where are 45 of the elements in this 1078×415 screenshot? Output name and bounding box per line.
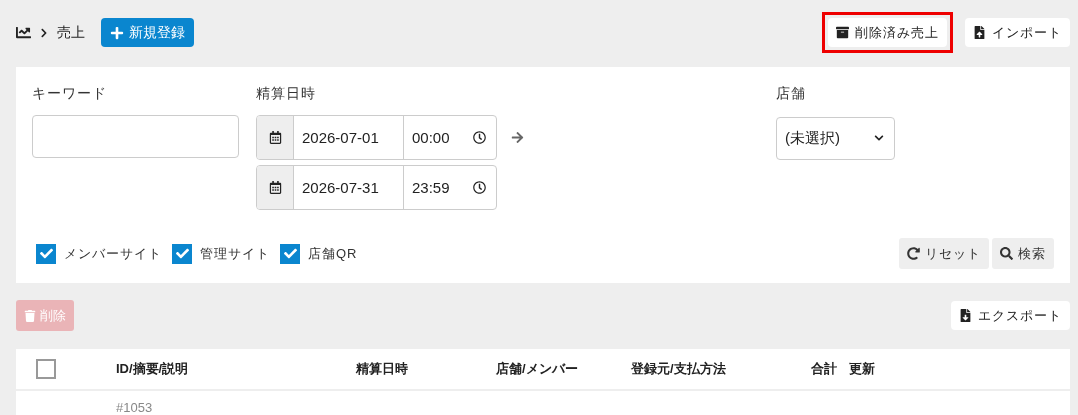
select-all-checkbox[interactable] (36, 359, 56, 379)
search-icon (1000, 247, 1013, 260)
arrow-icon (511, 130, 524, 144)
calendar-icon (268, 130, 282, 144)
check-icon (283, 247, 297, 260)
store-select[interactable]: (未選択) (776, 116, 895, 160)
column-header: 精算日時 (356, 360, 409, 378)
table-cell: #1053 (116, 400, 153, 415)
check-icon (39, 247, 53, 260)
column-header: 更新 (849, 360, 876, 378)
plus-icon (110, 25, 124, 40)
checkbox-label: メンバーサイト (64, 244, 162, 263)
checkbox-label: 店舗QR (308, 244, 358, 263)
download-icon (959, 309, 972, 322)
archive-icon (836, 26, 849, 40)
export-button[interactable]: エクスポート (951, 301, 1070, 330)
datetime-field[interactable]: 2026-07-31 23:59 (256, 164, 497, 210)
breadcrumb-current: 売上 (57, 23, 85, 42)
column-header: 登録元/支払方法 (631, 360, 727, 378)
datetime-field[interactable]: 2026-07-01 00:00 (256, 114, 497, 160)
search-button[interactable]: 検索 (992, 238, 1054, 269)
new-button[interactable]: 新規登録 (101, 18, 194, 48)
check-icon (175, 247, 189, 260)
checkbox-label: 管理サイト (200, 244, 270, 263)
upload-icon (973, 26, 986, 40)
reset-button[interactable]: リセット (899, 238, 989, 269)
reset-icon (907, 247, 920, 260)
deleted-sales-button[interactable]: 削除済み売上 (828, 18, 947, 48)
trash-icon (24, 309, 36, 322)
clock-icon (473, 130, 486, 144)
checkbox[interactable] (36, 243, 56, 264)
column-header: 合計 (811, 360, 838, 378)
datetime-label: 精算日時 (256, 84, 317, 103)
checkbox[interactable] (172, 243, 192, 264)
keyword-field[interactable] (32, 114, 239, 158)
checkbox[interactable] (280, 243, 300, 264)
clock-icon (473, 180, 486, 194)
import-button[interactable]: インポート (965, 18, 1070, 48)
chevron-icon (39, 27, 49, 38)
store-label: 店舗 (776, 84, 807, 103)
column-header: ID/摘要/説明 (116, 360, 190, 378)
keyword-label: キーワード (32, 84, 108, 103)
column-header: 店舗/メンバー (496, 360, 579, 378)
chart-icon (16, 25, 31, 41)
calendar-icon (268, 180, 282, 194)
